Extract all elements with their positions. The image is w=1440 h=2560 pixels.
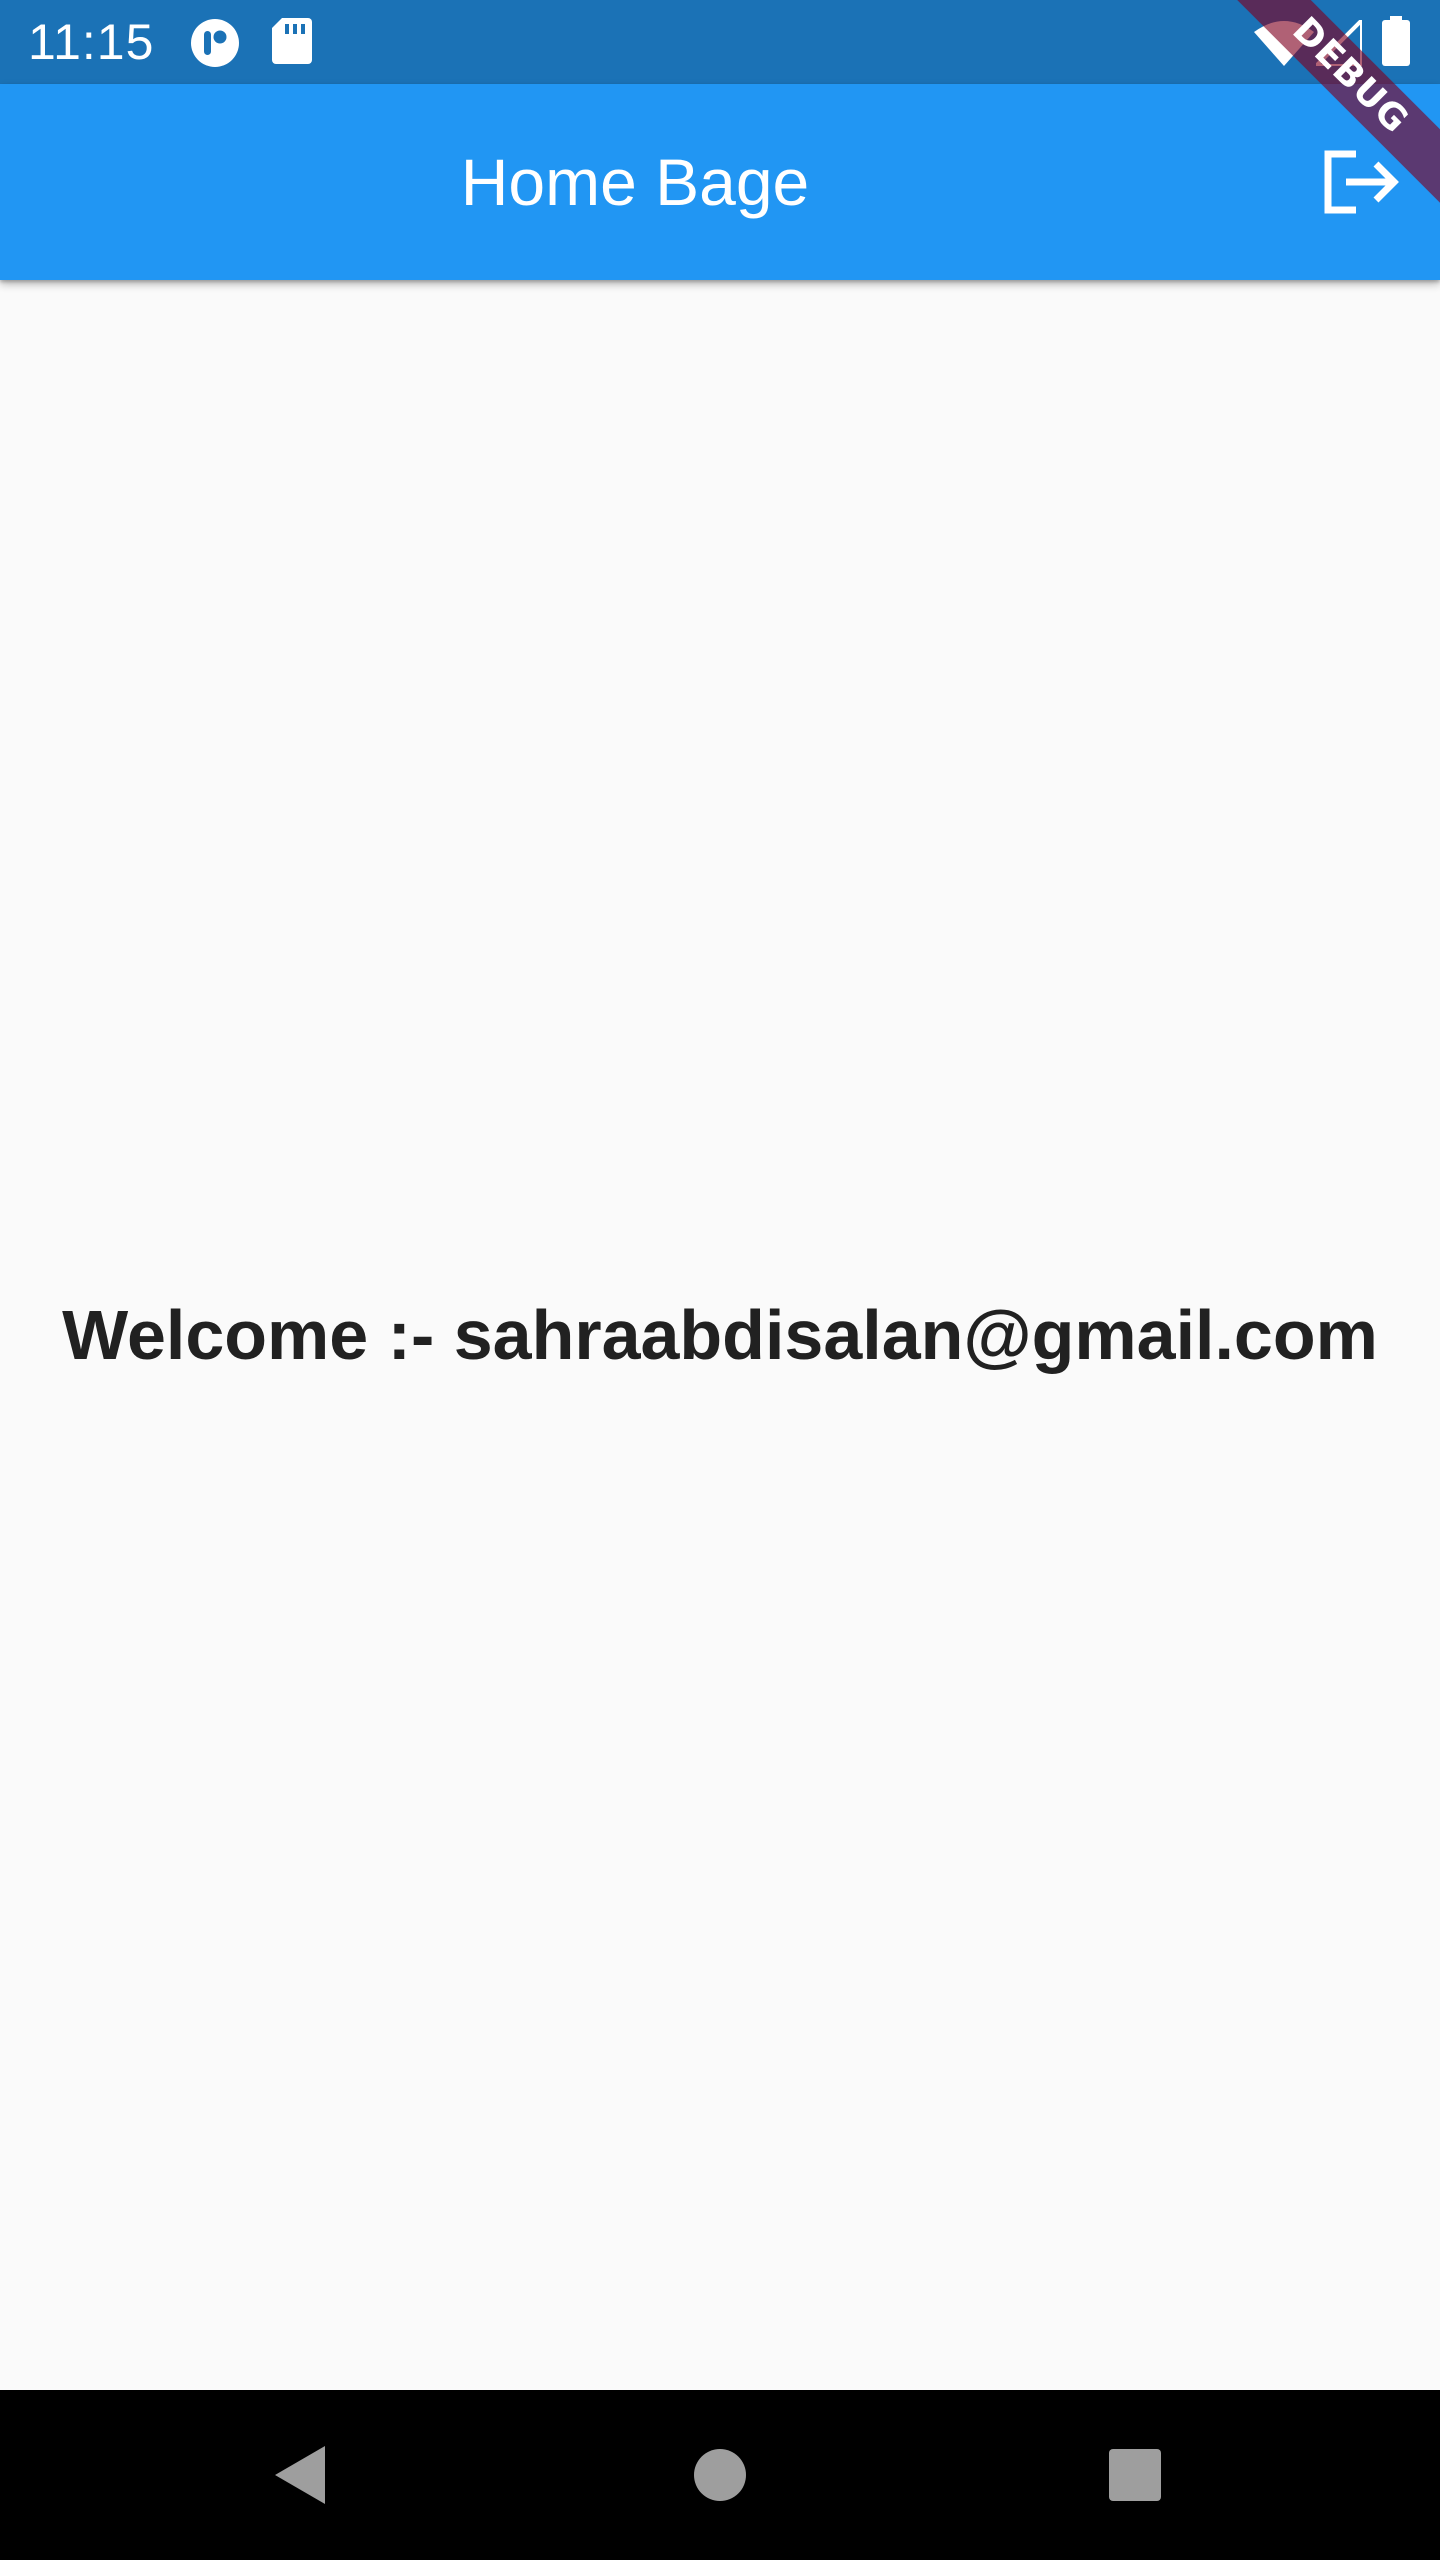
- back-icon[interactable]: [257, 2432, 343, 2518]
- battery-icon: [1382, 16, 1410, 66]
- status-time: 11:15: [28, 14, 155, 70]
- logout-icon[interactable]: [1316, 138, 1404, 226]
- system-nav-bar: [0, 2390, 1440, 2560]
- app-screen: 11:15 Home Bage DEBUG Welcome:- sahraab…: [0, 0, 1440, 2560]
- signal-icon: [1316, 20, 1362, 66]
- status-bar: 11:15: [0, 0, 1440, 84]
- sd-card-icon: [272, 18, 312, 64]
- recents-icon[interactable]: [1092, 2432, 1178, 2518]
- main-content: Welcome :- sahraabdisalan@gmail.com: [0, 280, 1440, 2390]
- home-icon[interactable]: [677, 2432, 763, 2518]
- app-bar: Home Bage: [0, 84, 1440, 280]
- page-title: Home Bage: [460, 145, 810, 219]
- notification-app-icon: [191, 19, 239, 67]
- wifi-icon: [1254, 21, 1314, 66]
- welcome-message: Welcome :- sahraabdisalan@gmail.com: [62, 1296, 1378, 1374]
